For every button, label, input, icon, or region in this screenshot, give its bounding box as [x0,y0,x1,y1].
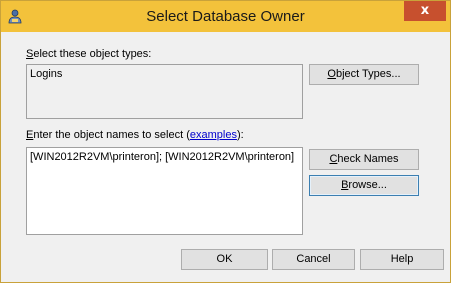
object-types-value: Logins [30,68,63,80]
window-title: Select Database Owner [146,8,305,25]
object-names-input[interactable]: [WIN2012R2VM\printeron]; [WIN2012R2VM\pr… [26,147,303,235]
close-button[interactable]: x [404,1,446,21]
title-bar[interactable]: Select Database Owner x [1,1,450,32]
dialog-window: Select Database Owner x Select these obj… [0,0,451,283]
examples-link[interactable]: examples [190,129,237,141]
object-types-field: Logins [26,64,303,119]
check-names-button[interactable]: Check Names [309,149,419,170]
object-types-label: Select these object types: [26,48,152,60]
object-names-label: Enter the object names to select (exampl… [26,129,244,141]
object-names-value: [WIN2012R2VM\printeron]; [WIN2012R2VM\pr… [30,151,295,163]
help-button[interactable]: Help [360,249,444,270]
cancel-button[interactable]: Cancel [272,249,355,270]
browse-button[interactable]: Browse... [309,175,419,196]
object-types-button[interactable]: Object Types... [309,64,419,85]
ok-button[interactable]: OK [181,249,268,270]
